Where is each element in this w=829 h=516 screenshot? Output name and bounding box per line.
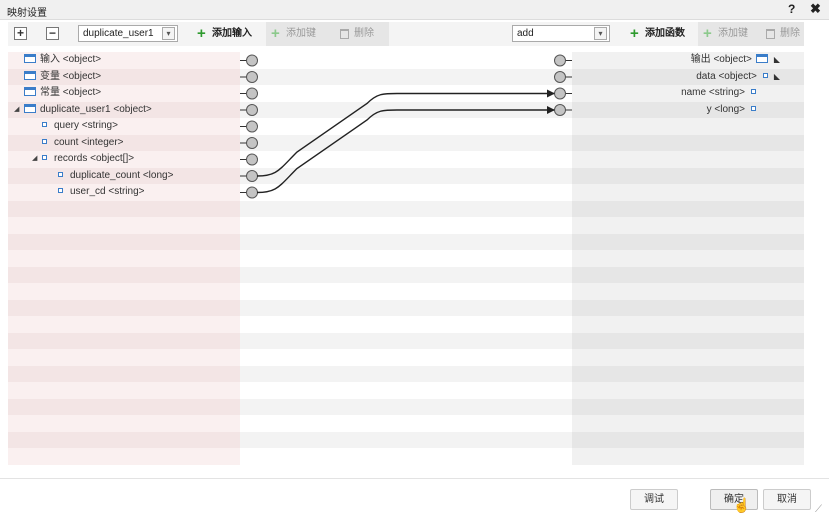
delete-right-button[interactable]: 删除 [760,22,804,46]
function-select-value: add [517,28,534,39]
trash-icon [340,29,349,39]
delete-left-button[interactable]: 删除 [334,22,389,46]
source-connector-records[interactable] [246,153,258,166]
mapping-link-user-cd-to-y[interactable] [256,106,555,194]
input-source-select[interactable]: duplicate_user1 ▾ [78,25,178,42]
chevron-down-icon[interactable]: ▾ [162,27,175,40]
dialog-footer: 调试 确定 取消 ☝ [0,478,829,516]
delete-left-label: 删除 [354,28,374,39]
help-icon[interactable]: ? [788,2,795,16]
trash-icon [766,29,775,39]
source-connector-常量[interactable] [246,87,258,100]
input-source-value: duplicate_user1 [83,28,154,39]
delete-right-label: 删除 [780,28,800,39]
cancel-button[interactable]: 取消 [763,489,811,510]
source-connector-count[interactable] [246,137,258,149]
add-key-right-button[interactable]: + 添加键 [698,22,760,46]
dialog-titlebar: 映射设置 ? ✖ [0,0,829,20]
plus-icon: + [197,25,206,42]
add-key-right-label: 添加键 [718,28,748,39]
add-key-left-label: 添加键 [286,28,316,39]
function-select[interactable]: add ▾ [512,25,610,42]
add-input-label: 添加输入 [212,28,252,39]
expand-all-button[interactable]: + [14,27,27,40]
add-function-label: 添加函数 [645,28,685,39]
mapping-links [240,54,572,199]
plus-icon: + [630,25,639,42]
add-function-button[interactable]: + 添加函数 [625,22,685,46]
dialog-title: 映射设置 [7,8,47,19]
debug-button[interactable]: 调试 [630,489,678,510]
add-key-left-button[interactable]: + 添加键 [266,22,334,46]
mapping-toolbar: + − duplicate_user1 ▾ + 添加输入 + 添加键 删除 ad… [8,22,804,46]
source-connector-duplicate-user1[interactable] [246,104,258,116]
target-connector-输出[interactable] [554,54,566,67]
close-icon[interactable]: ✖ [810,1,821,17]
source-connector-duplicate-count[interactable] [246,170,258,182]
target-connector-data[interactable] [554,71,566,83]
plus-icon: + [703,25,712,42]
add-input-button[interactable]: + 添加输入 [192,22,252,46]
source-connector-输入[interactable] [246,54,258,67]
plus-icon: + [271,25,280,42]
mapping-link-duplicate-count-to-name[interactable] [256,89,555,177]
target-connector-y[interactable] [554,104,566,116]
source-connector-query[interactable] [246,120,258,133]
target-connector-name[interactable] [554,87,566,100]
source-connector-user-cd[interactable] [246,186,258,199]
chevron-down-icon[interactable]: ▾ [594,27,607,40]
resize-grip-icon[interactable]: ⟋ [815,504,822,515]
source-connector-变量[interactable] [246,71,258,83]
hand-cursor-icon: ☝ [733,497,751,513]
mapping-area: 输入 <object> 变量 <object> 常量 <object> ◢ duplic… [8,52,804,465]
collapse-all-button[interactable]: − [46,27,59,40]
